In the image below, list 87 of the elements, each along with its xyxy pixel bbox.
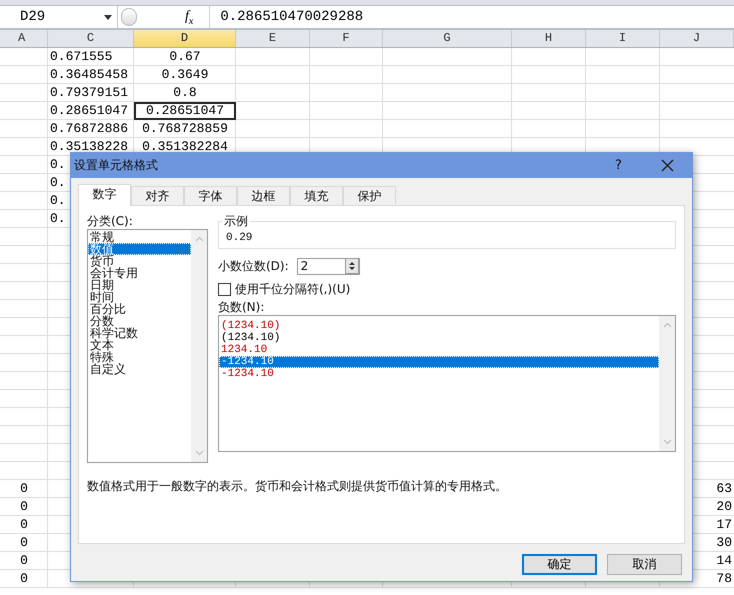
dialog-title: 设置单元格格式 (74, 157, 159, 174)
list-item[interactable]: 科学记数 (88, 327, 191, 339)
table-cell: 0 (20, 481, 28, 496)
table-cell: 17 (716, 517, 732, 532)
caret-icon (104, 14, 112, 20)
table-cell: 0.28651047 (134, 102, 236, 120)
list-item[interactable]: 会计专用 (88, 267, 191, 279)
table-cell: 0.351382284 (142, 139, 228, 154)
negative-numbers-label: 负数(N): (218, 300, 266, 314)
list-item[interactable]: (1234.10) (219, 320, 659, 332)
list-item[interactable]: 百分比 (88, 303, 191, 315)
list-item[interactable]: 常规 (88, 231, 191, 243)
tab[interactable]: 边框 (237, 186, 290, 205)
list-item[interactable]: 货币 (88, 255, 191, 267)
table-cell: 0 (20, 571, 28, 586)
thousands-separator-label: 使用千位分隔符(,)(U) (235, 280, 350, 298)
column-header[interactable]: D (134, 30, 236, 47)
list-item[interactable]: -1234.10 (219, 368, 659, 380)
table-cell: 0.671555 (50, 49, 112, 64)
list-item[interactable]: 数值 (88, 243, 191, 255)
decimal-places-label: 小数位数(D): (218, 258, 289, 274)
scroll-down-icon[interactable] (662, 439, 672, 445)
table-cell: 0 (20, 499, 28, 514)
list-item[interactable]: 自定义 (88, 363, 191, 375)
table-cell: 0.67 (169, 49, 201, 64)
tab[interactable]: 字体 (184, 186, 237, 205)
table-cell: 0.76872886 (50, 121, 128, 136)
table-cell: 0. (50, 175, 66, 190)
scrollbar[interactable] (659, 316, 675, 451)
sample-value: 0.29 (226, 232, 252, 244)
table-cell: 0.28651047 (50, 103, 128, 118)
list-item[interactable]: 时间 (88, 291, 191, 303)
table-cell: 0.36485458 (50, 67, 128, 82)
table-cell: 0. (50, 211, 66, 226)
tab[interactable]: 对齐 (131, 186, 184, 205)
scroll-up-icon[interactable] (194, 236, 204, 242)
tab[interactable]: 数字 (78, 184, 131, 206)
insert-function-button[interactable]: f$_{x}$ (179, 6, 200, 28)
list-item[interactable]: 1234.10 (219, 344, 659, 356)
scrollbar[interactable] (191, 230, 207, 462)
formula-field[interactable]: 0.286510470029288 (209, 6, 734, 28)
list-item[interactable]: 日期 (88, 279, 191, 291)
list-item[interactable]: 特殊 (88, 351, 191, 363)
tab[interactable]: 填充 (290, 186, 343, 205)
table-cell: 78 (716, 571, 732, 586)
list-item[interactable]: (1234.10) (219, 332, 659, 344)
table-cell: 0. (50, 193, 66, 208)
table-cell: 63 (716, 481, 732, 496)
list-item[interactable]: 文本 (88, 339, 191, 351)
table-cell: 0.35138228 (50, 139, 128, 154)
sample-label: 示例 (222, 213, 250, 230)
dialog-button[interactable]: 取消 (607, 554, 682, 575)
category-label: 分类(C): (87, 214, 134, 228)
column-header[interactable]: I (586, 30, 660, 47)
scroll-up-icon[interactable] (662, 322, 672, 328)
table-cell: 0 (20, 517, 28, 532)
tab[interactable]: 保护 (343, 186, 396, 205)
scroll-down-icon[interactable] (194, 450, 204, 456)
table-cell: 0 (20, 553, 28, 568)
table-cell: 20 (716, 499, 732, 514)
close-icon[interactable] (661, 159, 674, 172)
table-cell: 0.79379151 (50, 85, 128, 100)
list-item[interactable]: 分数 (88, 315, 191, 327)
decimal-places-field[interactable]: 2 (296, 258, 360, 274)
column-header[interactable]: G (383, 30, 512, 47)
negative-number-list[interactable]: (1234.10) (1234.10) 1234.10 -1234.10 -1234.10 (218, 315, 676, 452)
name-box[interactable]: D29 (0, 6, 118, 28)
category-list[interactable]: 常规 数值 货币 会计专用 日期 时间 百分比 分数 科学记数 文本 特殊 自定义 (87, 229, 208, 463)
column-header[interactable]: H (512, 30, 586, 47)
column-header[interactable]: E (236, 30, 310, 47)
column-header[interactable]: A (0, 30, 48, 47)
table-cell: 0. (50, 157, 66, 172)
table-cell: 0.768728859 (142, 121, 228, 136)
splitter-handle[interactable] (121, 8, 137, 26)
dialog-button[interactable]: 确定 (522, 554, 597, 575)
description-text: 数值格式用于一般数字的表示。货币和会计格式则提供货币值计算的专用格式。 (87, 478, 508, 495)
table-cell: 0.3649 (162, 67, 208, 82)
list-item[interactable]: -1234.10 (219, 356, 659, 368)
table-cell: 14 (716, 553, 732, 568)
spinner-icon[interactable] (344, 258, 359, 274)
table-cell: 30 (716, 535, 732, 550)
column-header[interactable]: F (310, 30, 383, 47)
help-button[interactable]: ? (615, 158, 637, 173)
table-cell: 0 (20, 535, 28, 550)
checkbox[interactable] (218, 282, 231, 296)
table-cell: 0.8 (173, 85, 197, 100)
column-header[interactable]: J (660, 30, 734, 47)
